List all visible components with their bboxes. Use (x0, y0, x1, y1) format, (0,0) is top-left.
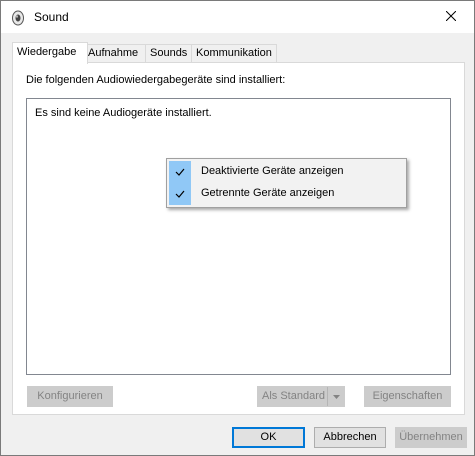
device-list[interactable]: Es sind keine Audiogeräte installiert. (26, 98, 451, 375)
checkmark-icon (169, 161, 191, 183)
context-menu: Deaktivierte Geräte anzeigen Getrennte G… (166, 158, 407, 208)
configure-button[interactable]: Konfigurieren (27, 386, 113, 407)
menu-item-label: Deaktivierte Geräte anzeigen (201, 165, 344, 177)
tab-sounds[interactable]: Sounds (145, 44, 195, 63)
sound-dialog: Sound Wiedergabe Aufnahme Sounds Kommuni… (0, 0, 475, 456)
checkmark-icon (169, 183, 191, 205)
playback-panel: Die folgenden Audiowiedergabegeräte sind… (12, 62, 465, 415)
speaker-icon (10, 10, 26, 26)
properties-button[interactable]: Eigenschaften (364, 386, 451, 407)
panel-description: Die folgenden Audiowiedergabegeräte sind… (26, 74, 286, 86)
menu-item-show-disabled-devices[interactable]: Deaktivierte Geräte anzeigen (167, 161, 406, 183)
tab-wiedergabe[interactable]: Wiedergabe (12, 42, 88, 64)
title-bar: Sound (1, 1, 474, 33)
set-default-button[interactable]: Als Standard (257, 386, 345, 407)
apply-button[interactable]: Übernehmen (395, 427, 467, 448)
menu-item-label: Getrennte Geräte anzeigen (201, 187, 335, 199)
chevron-down-icon (332, 387, 340, 406)
ok-button[interactable]: OK (232, 427, 305, 448)
cancel-button[interactable]: Abbrechen (314, 427, 386, 448)
tab-kommunikation[interactable]: Kommunikation (191, 44, 277, 63)
close-button[interactable] (428, 1, 474, 33)
empty-message: Es sind keine Audiogeräte installiert. (35, 107, 212, 119)
close-icon (445, 10, 457, 24)
menu-item-show-disconnected-devices[interactable]: Getrennte Geräte anzeigen (167, 183, 406, 205)
tab-aufnahme[interactable]: Aufnahme (83, 44, 148, 63)
window-title: Sound (34, 10, 69, 24)
set-default-label: Als Standard (262, 390, 325, 402)
set-default-dropdown[interactable] (327, 387, 344, 406)
